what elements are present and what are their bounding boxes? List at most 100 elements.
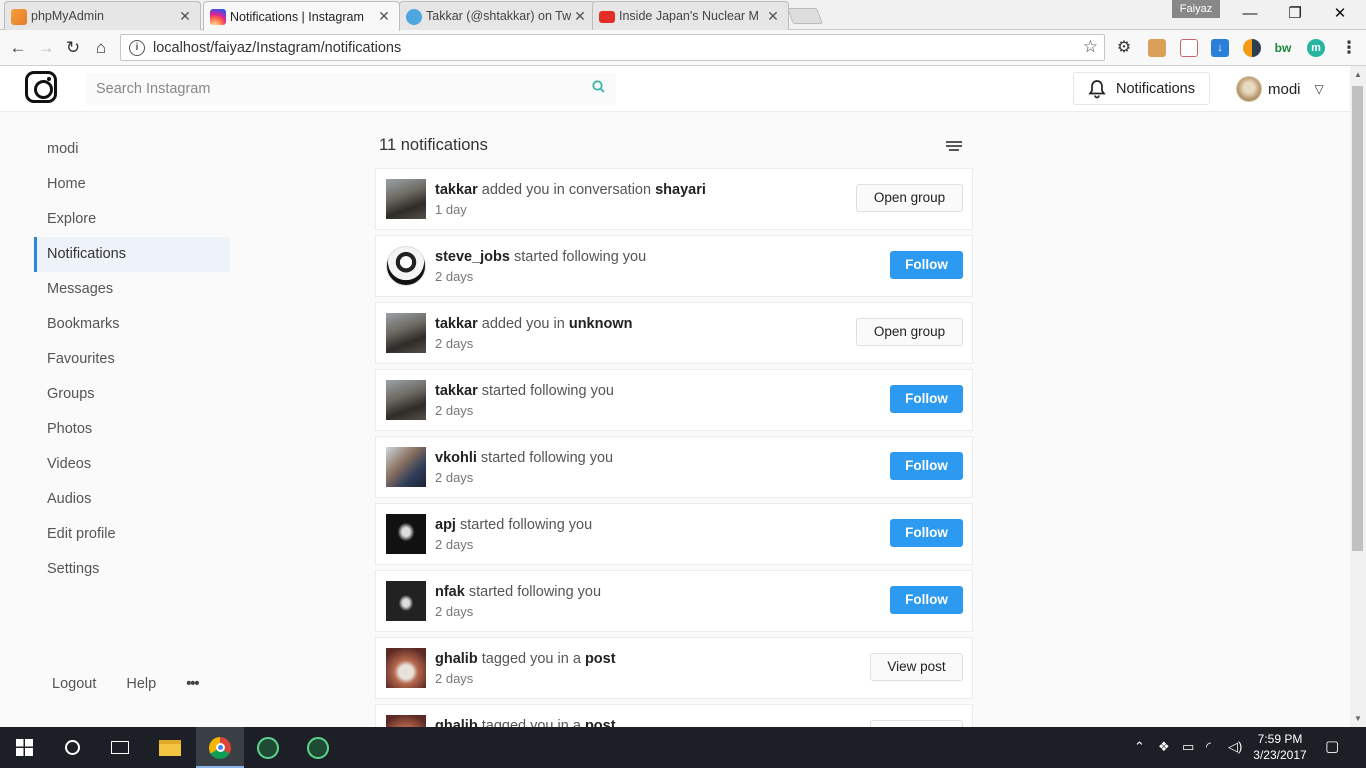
minimize-icon[interactable]: — — [1230, 4, 1270, 24]
tab-twitter[interactable]: Takkar (@shtakkar) on Tw ✕ — [399, 1, 596, 30]
username-link[interactable]: ghalib — [435, 718, 478, 727]
sidebar-item-messages[interactable]: Messages — [34, 272, 230, 307]
volume-icon[interactable]: ◁) — [1228, 739, 1242, 755]
forward-icon[interactable]: → — [35, 37, 57, 59]
avatar[interactable] — [386, 648, 426, 688]
action-center-icon[interactable]: ▢ — [1325, 737, 1339, 755]
avatar[interactable] — [386, 447, 426, 487]
avatar[interactable] — [386, 715, 426, 727]
bookmark-star-icon[interactable]: ☆ — [1083, 37, 1098, 57]
new-tab-button[interactable] — [787, 8, 823, 24]
extension-icon[interactable] — [1180, 39, 1198, 57]
close-window-icon[interactable]: ✕ — [1320, 4, 1360, 24]
follow-button[interactable]: Follow — [890, 452, 963, 480]
close-tab-icon[interactable]: ✕ — [766, 8, 780, 25]
user-menu[interactable]: modi ▽ — [1236, 72, 1324, 106]
username-link[interactable]: apj — [435, 517, 456, 533]
browser-profile-badge[interactable]: Faiyaz — [1172, 0, 1220, 18]
follow-button[interactable]: Follow — [890, 385, 963, 413]
username-link[interactable]: ghalib — [435, 651, 478, 667]
sidebar-item-groups[interactable]: Groups — [34, 377, 230, 412]
follow-button[interactable]: Follow — [890, 586, 963, 614]
settings-extension-icon[interactable]: ⚙ — [1115, 39, 1133, 57]
m-extension-icon[interactable]: m — [1307, 39, 1325, 57]
search-input[interactable] — [86, 73, 616, 105]
sidebar-item-photos[interactable]: Photos — [34, 412, 230, 447]
chevron-down-icon[interactable]: ▽ — [1315, 82, 1324, 96]
address-bar[interactable]: i localhost/faiyaz/Instagram/notificatio… — [120, 34, 1105, 61]
notifications-button[interactable]: Notifications — [1073, 72, 1210, 105]
battery-icon[interactable]: ▭ — [1182, 739, 1194, 755]
wifi-icon[interactable]: ◜ — [1206, 739, 1211, 755]
home-icon[interactable]: ⌂ — [90, 37, 112, 59]
sidebar-item-modi[interactable]: modi — [34, 132, 230, 167]
url-text[interactable]: localhost/faiyaz/Instagram/notifications — [153, 40, 401, 56]
reload-icon[interactable]: ↻ — [62, 37, 84, 59]
atom-editor-icon[interactable] — [294, 727, 342, 768]
system-clock[interactable]: 7:59 PM 3/23/2017 — [1245, 731, 1315, 763]
username-link[interactable]: takkar — [435, 383, 478, 399]
view-post-button[interactable]: View post — [870, 653, 963, 681]
back-icon[interactable]: ← — [7, 37, 29, 59]
scroll-up-icon[interactable]: ▲ — [1354, 70, 1362, 79]
username-link[interactable]: takkar — [435, 316, 478, 332]
close-tab-icon[interactable]: ✕ — [377, 8, 391, 25]
username-link[interactable]: steve_jobs — [435, 249, 510, 265]
notification-target-link[interactable]: shayari — [655, 182, 706, 198]
open-group-button[interactable]: Open group — [856, 184, 963, 212]
search-icon[interactable] — [592, 80, 605, 93]
windows-start-icon[interactable] — [0, 727, 48, 768]
avatar[interactable] — [386, 514, 426, 554]
close-tab-icon[interactable]: ✕ — [573, 8, 587, 25]
follow-button[interactable]: Follow — [890, 251, 963, 279]
atom-editor-icon[interactable] — [244, 727, 292, 768]
avatar[interactable] — [386, 313, 426, 353]
avatar[interactable] — [386, 246, 426, 286]
cortana-search-icon[interactable] — [48, 727, 96, 768]
filter-icon[interactable] — [945, 140, 963, 154]
file-explorer-icon[interactable] — [146, 727, 194, 768]
username-link[interactable]: takkar — [435, 182, 478, 198]
extension-icon[interactable] — [1243, 39, 1261, 57]
notification-target-link[interactable]: unknown — [569, 316, 633, 332]
avatar[interactable] — [386, 581, 426, 621]
restore-icon[interactable]: ❐ — [1275, 4, 1315, 24]
sidebar-item-favourites[interactable]: Favourites — [34, 342, 230, 377]
browser-menu-icon[interactable]: ⋮ — [1338, 37, 1360, 59]
sidebar-item-settings[interactable]: Settings — [34, 552, 230, 587]
notification-target-link[interactable]: post — [585, 651, 616, 667]
logout-link[interactable]: Logout — [52, 676, 96, 692]
sidebar-item-audios[interactable]: Audios — [34, 482, 230, 517]
instagram-logo-icon[interactable] — [25, 71, 57, 103]
avatar[interactable] — [386, 380, 426, 420]
avatar[interactable] — [386, 179, 426, 219]
tab-phpmyadmin[interactable]: phpMyAdmin ✕ — [4, 1, 201, 30]
sidebar-item-edit-profile[interactable]: Edit profile — [34, 517, 230, 552]
view-post-button[interactable]: View post — [870, 720, 963, 727]
show-hidden-icons-icon[interactable]: ⌃ — [1134, 739, 1145, 755]
scrollbar-thumb[interactable] — [1352, 86, 1363, 551]
close-tab-icon[interactable]: ✕ — [178, 8, 192, 25]
chrome-taskbar-icon[interactable] — [196, 727, 244, 768]
username-link[interactable]: nfak — [435, 584, 465, 600]
notification-target-link[interactable]: post — [585, 718, 616, 727]
sidebar-item-bookmarks[interactable]: Bookmarks — [34, 307, 230, 342]
open-group-button[interactable]: Open group — [856, 318, 963, 346]
download-extension-icon[interactable]: ↓ — [1211, 39, 1229, 57]
tab-instagram[interactable]: Notifications | Instagram ✕ — [203, 1, 400, 31]
help-link[interactable]: Help — [126, 676, 156, 692]
task-view-icon[interactable] — [96, 727, 144, 768]
sidebar-item-videos[interactable]: Videos — [34, 447, 230, 482]
extension-icon[interactable] — [1148, 39, 1166, 57]
sidebar-item-notifications[interactable]: Notifications — [34, 237, 230, 272]
sidebar-item-explore[interactable]: Explore — [34, 202, 230, 237]
tab-youtube[interactable]: Inside Japan's Nuclear M ✕ — [592, 1, 789, 30]
scroll-down-icon[interactable]: ▼ — [1354, 714, 1362, 723]
page-scrollbar[interactable]: ▲ ▼ — [1350, 66, 1366, 727]
info-icon[interactable]: i — [129, 39, 145, 56]
follow-button[interactable]: Follow — [890, 519, 963, 547]
dropbox-icon[interactable]: ❖ — [1158, 739, 1170, 755]
more-icon[interactable]: ••• — [186, 676, 199, 692]
sidebar-item-home[interactable]: Home — [34, 167, 230, 202]
bw-extension-icon[interactable]: bw — [1274, 39, 1292, 57]
